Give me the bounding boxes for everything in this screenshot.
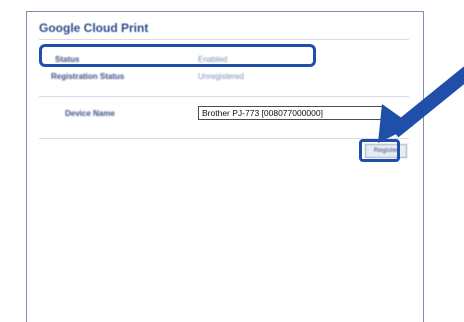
arrow-pointer-icon xyxy=(378,66,464,143)
